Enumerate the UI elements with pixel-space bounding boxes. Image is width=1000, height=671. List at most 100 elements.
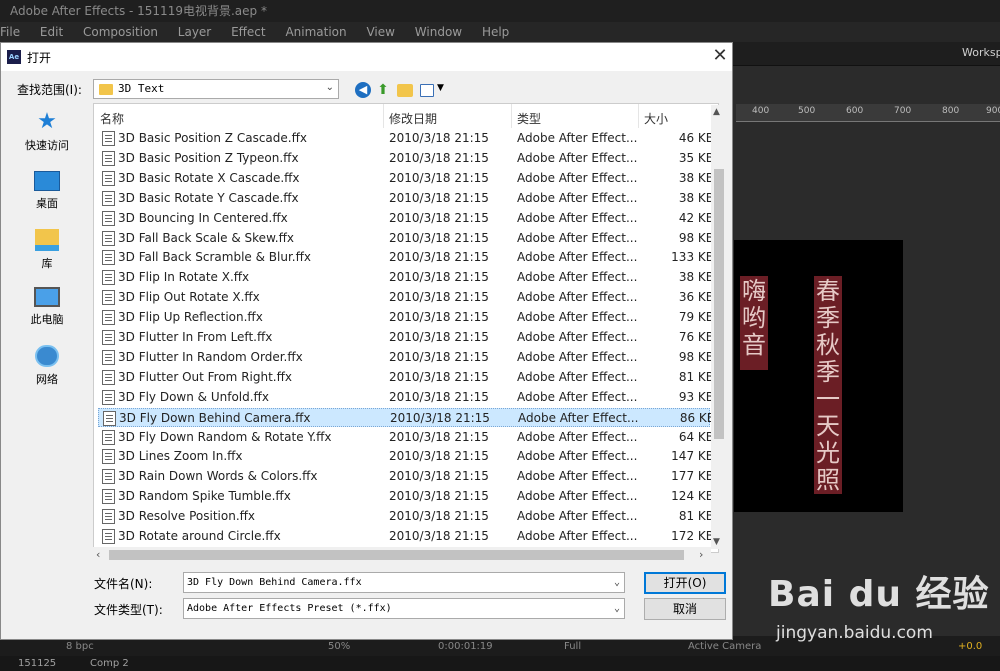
up-folder-icon[interactable]: ⬆ [375,82,391,98]
vertical-text-right: 春季秋季一天光照 [814,276,842,494]
scroll-right-icon[interactable]: › [699,548,703,561]
file-icon [102,509,115,525]
file-row[interactable]: 3D Basic Position Z Cascade.ffx 2010/3/18… [98,129,714,148]
file-row[interactable]: 3D Flip Out Rotate X.ffx 2010/3/18 21:15 A… [98,288,714,307]
workspace-label[interactable]: Worksp [962,46,1000,59]
file-row[interactable]: 3D Flutter In Random Order.ffx 2010/3/18 … [98,348,714,367]
file-row[interactable]: 3D Random Spike Tumble.ffx 2010/3/18 21:1… [98,487,714,506]
file-row[interactable]: 3D Fly Down Random & Rotate Y.ffx 2010/3/… [98,428,714,447]
column-separator[interactable] [511,104,512,128]
scrollbar-thumb[interactable] [714,169,724,439]
horizontal-scrollbar[interactable]: ‹ › [93,547,711,563]
file-row[interactable]: 3D Fall Back Scale & Skew.ffx 2010/3/18 2… [98,229,714,248]
file-row[interactable]: 3D Fly Down Behind Camera.ffx 2010/3/18 2… [98,407,715,427]
new-folder-icon[interactable] [397,84,413,97]
file-date: 2010/3/18 21:15 [389,170,489,185]
desktop-icon [34,171,60,191]
place-label: 网络 [36,373,58,386]
filetype-select[interactable]: Adobe After Effects Preset (*.ffx) ⌄ [183,598,625,619]
menu-effect[interactable]: Effect [231,22,266,42]
file-size: 172 KB [671,529,714,543]
view-menu-icon[interactable] [420,84,434,97]
file-icon [102,529,115,544]
close-icon[interactable]: ✕ [709,45,731,67]
file-row[interactable]: 3D Flip Up Reflection.ffx 2010/3/18 21:15… [98,308,714,327]
menu-composition[interactable]: Composition [83,22,158,42]
star-icon: ★ [37,109,57,134]
back-icon[interactable]: ◀ [355,82,371,98]
file-name: 3D Fall Back Scale & Skew.ffx [118,230,294,245]
menu-animation[interactable]: Animation [285,22,346,42]
menu-window[interactable]: Window [415,22,462,42]
file-name: 3D Basic Rotate Y Cascade.ffx [118,190,299,205]
chevron-down-icon[interactable]: ⌄ [614,599,620,618]
lookin-dropdown[interactable]: 3D Text ⌄ [93,79,339,99]
column-date[interactable]: 修改日期 [389,110,437,127]
column-separator[interactable] [383,104,384,128]
scroll-left-icon[interactable]: ‹ [96,548,100,561]
file-date: 2010/3/18 21:15 [389,150,489,165]
scroll-down-icon[interactable]: ▼ [713,537,720,547]
file-row[interactable]: 3D Flutter Out From Right.ffx 2010/3/18 2… [98,368,714,387]
place-this-pc[interactable]: 此电脑 [7,287,87,327]
scroll-up-icon[interactable]: ▲ [713,107,720,117]
place-label: 此电脑 [30,313,64,326]
ae-app-icon: Ae [7,50,21,64]
vertical-text-left: 嗨哟音 [740,276,768,370]
menu-edit[interactable]: Edit [40,22,63,42]
menu-file[interactable]: File [0,22,20,42]
file-type: Adobe After Effect... [517,170,638,185]
file-row[interactable]: 3D Bouncing In Centered.ffx 2010/3/18 21:… [98,209,714,228]
menu-layer[interactable]: Layer [178,22,211,42]
place-desktop[interactable]: 桌面 [7,171,87,211]
menu-view[interactable]: View [366,22,394,42]
file-type: Adobe After Effect... [517,369,638,384]
file-name: 3D Rotate around Circle.ffx [118,529,281,543]
file-row[interactable]: 3D Resolve Position.ffx 2010/3/18 21:15 Ad… [98,507,714,526]
column-size[interactable]: 大小 [644,110,668,127]
file-row[interactable]: 3D Rain Down Words & Colors.ffx 2010/3/18… [98,467,714,486]
place-library[interactable]: 库 [7,229,87,271]
cancel-button[interactable]: 取消 [644,598,726,620]
file-icon [102,131,115,146]
menu-help[interactable]: Help [482,22,509,42]
column-separator[interactable] [638,104,639,128]
file-row[interactable]: 3D Rotate around Circle.ffx 2010/3/18 21:… [98,527,714,546]
ruler-tick: 900 [986,106,1000,116]
place-quick-access[interactable]: ★ 快速访问 [7,111,87,153]
file-list[interactable]: 名称 ^ 修改日期 类型 大小 3D Basic Position Z Casc… [93,103,719,553]
file-type: Adobe After Effect... [517,489,638,504]
tab-comp-2[interactable]: Comp 2 [90,656,129,671]
ruler-tick: 600 [846,106,864,116]
file-row[interactable]: 3D Basic Rotate Y Cascade.ffx 2010/3/18 2… [98,189,714,208]
file-name: 3D Flip Up Reflection.ffx [118,310,263,325]
file-row[interactable]: 3D Flutter In From Left.ffx 2010/3/18 21:… [98,328,714,347]
app-title: Adobe After Effects - 151119电视背景.aep * [10,4,267,18]
filename-input[interactable]: 3D Fly Down Behind Camera.ffx ⌄ [183,572,625,593]
file-icon [102,429,115,445]
file-size: 38 KB [678,270,714,285]
tab-151125[interactable]: 151125 [18,656,56,671]
place-network[interactable]: 网络 [7,345,87,387]
file-icon [102,290,115,306]
view-dropdown-arrow-icon[interactable]: ▼ [437,83,444,93]
hscrollbar-thumb[interactable] [109,550,684,560]
file-row[interactable]: 3D Fall Back Scramble & Blur.ffx 2010/3/1… [98,248,714,267]
composition-canvas[interactable]: 嗨哟音 春季秋季一天光照 [734,240,903,512]
file-size: 93 KB [678,389,714,404]
file-type: Adobe After Effect... [518,410,639,425]
file-name: 3D Fall Back Scramble & Blur.ffx [118,250,311,265]
file-row[interactable]: 3D Basic Position Z Typeon.ffx 2010/3/18 … [98,149,714,168]
chevron-down-icon[interactable]: ⌄ [614,573,620,592]
file-list-header: 名称 ^ 修改日期 类型 大小 [94,104,714,128]
file-size: 124 KB [671,489,714,504]
column-name[interactable]: 名称 [100,110,124,127]
file-row[interactable]: 3D Fly Down & Unfold.ffx 2010/3/18 21:15 A… [98,388,714,407]
file-row[interactable]: 3D Lines Zoom In.ffx 2010/3/18 21:15 Adobe… [98,447,714,466]
column-type[interactable]: 类型 [517,110,541,127]
file-row[interactable]: 3D Basic Rotate X Cascade.ffx 2010/3/18 2… [98,169,714,188]
vertical-scrollbar[interactable]: ▲ ▼ [711,105,727,549]
file-name: 3D Bouncing In Centered.ffx [118,210,288,225]
file-row[interactable]: 3D Flip In Rotate X.ffx 2010/3/18 21:15 Ad… [98,268,714,287]
open-button[interactable]: 打开(O) [644,572,726,594]
